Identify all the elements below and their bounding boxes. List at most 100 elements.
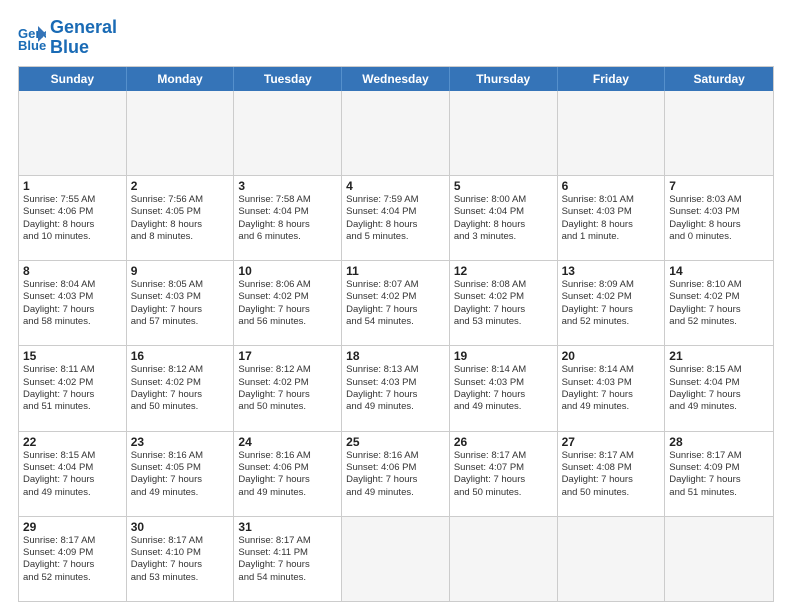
cell-info-line: Daylight: 7 hours xyxy=(454,389,553,401)
cell-info-line: Sunset: 4:03 PM xyxy=(23,291,122,303)
cell-info-line: Daylight: 7 hours xyxy=(238,559,337,571)
cell-info-line: and 49 minutes. xyxy=(23,487,122,499)
day-number: 14 xyxy=(669,264,769,278)
cell-info-line: Sunrise: 8:14 AM xyxy=(454,364,553,376)
cell-info-line: Daylight: 8 hours xyxy=(238,219,337,231)
cell-info-line: Sunset: 4:02 PM xyxy=(454,291,553,303)
calendar-cell: 7Sunrise: 8:03 AMSunset: 4:03 PMDaylight… xyxy=(665,176,773,260)
cell-info-line: and 50 minutes. xyxy=(131,401,230,413)
day-number: 23 xyxy=(131,435,230,449)
weekday-header-monday: Monday xyxy=(127,67,235,91)
cell-info-line: and 6 minutes. xyxy=(238,231,337,243)
calendar-cell: 23Sunrise: 8:16 AMSunset: 4:05 PMDayligh… xyxy=(127,432,235,516)
calendar-row-0 xyxy=(19,91,773,176)
cell-info-line: and 0 minutes. xyxy=(669,231,769,243)
calendar-cell xyxy=(450,517,558,601)
cell-info-line: Daylight: 7 hours xyxy=(238,304,337,316)
calendar: SundayMondayTuesdayWednesdayThursdayFrid… xyxy=(18,66,774,602)
calendar-cell: 6Sunrise: 8:01 AMSunset: 4:03 PMDaylight… xyxy=(558,176,666,260)
cell-info-line: Sunrise: 8:04 AM xyxy=(23,279,122,291)
cell-info-line: and 51 minutes. xyxy=(669,487,769,499)
day-number: 30 xyxy=(131,520,230,534)
calendar-cell: 20Sunrise: 8:14 AMSunset: 4:03 PMDayligh… xyxy=(558,346,666,430)
cell-info-line: Daylight: 7 hours xyxy=(131,474,230,486)
day-number: 2 xyxy=(131,179,230,193)
cell-info-line: Sunrise: 8:12 AM xyxy=(131,364,230,376)
calendar-cell: 31Sunrise: 8:17 AMSunset: 4:11 PMDayligh… xyxy=(234,517,342,601)
calendar-cell: 25Sunrise: 8:16 AMSunset: 4:06 PMDayligh… xyxy=(342,432,450,516)
calendar-row-1: 1Sunrise: 7:55 AMSunset: 4:06 PMDaylight… xyxy=(19,176,773,261)
cell-info-line: and 54 minutes. xyxy=(346,316,445,328)
calendar-body: 1Sunrise: 7:55 AMSunset: 4:06 PMDaylight… xyxy=(19,91,773,601)
cell-info-line: Sunset: 4:10 PM xyxy=(131,547,230,559)
cell-info-line: Daylight: 7 hours xyxy=(669,304,769,316)
cell-info-line: Sunset: 4:08 PM xyxy=(562,462,661,474)
cell-info-line: and 50 minutes. xyxy=(238,401,337,413)
cell-info-line: Daylight: 7 hours xyxy=(669,474,769,486)
cell-info-line: Sunrise: 7:55 AM xyxy=(23,194,122,206)
cell-info-line: and 5 minutes. xyxy=(346,231,445,243)
calendar-cell: 8Sunrise: 8:04 AMSunset: 4:03 PMDaylight… xyxy=(19,261,127,345)
cell-info-line: and 10 minutes. xyxy=(23,231,122,243)
cell-info-line: Daylight: 7 hours xyxy=(23,559,122,571)
cell-info-line: Daylight: 8 hours xyxy=(454,219,553,231)
cell-info-line: Sunset: 4:05 PM xyxy=(131,462,230,474)
cell-info-line: Sunrise: 8:07 AM xyxy=(346,279,445,291)
logo-general: General xyxy=(50,17,117,37)
cell-info-line: Sunrise: 8:17 AM xyxy=(562,450,661,462)
cell-info-line: and 49 minutes. xyxy=(669,401,769,413)
cell-info-line: Sunrise: 8:16 AM xyxy=(238,450,337,462)
cell-info-line: and 3 minutes. xyxy=(454,231,553,243)
calendar-cell xyxy=(558,91,666,175)
calendar-cell: 9Sunrise: 8:05 AMSunset: 4:03 PMDaylight… xyxy=(127,261,235,345)
cell-info-line: Sunset: 4:03 PM xyxy=(454,377,553,389)
cell-info-line: Daylight: 8 hours xyxy=(562,219,661,231)
weekday-header-saturday: Saturday xyxy=(665,67,773,91)
day-number: 29 xyxy=(23,520,122,534)
cell-info-line: Sunrise: 8:12 AM xyxy=(238,364,337,376)
cell-info-line: Sunrise: 8:00 AM xyxy=(454,194,553,206)
cell-info-line: Daylight: 7 hours xyxy=(131,559,230,571)
cell-info-line: and 52 minutes. xyxy=(562,316,661,328)
weekday-header-tuesday: Tuesday xyxy=(234,67,342,91)
cell-info-line: and 49 minutes. xyxy=(454,401,553,413)
calendar-cell: 27Sunrise: 8:17 AMSunset: 4:08 PMDayligh… xyxy=(558,432,666,516)
day-number: 12 xyxy=(454,264,553,278)
day-number: 20 xyxy=(562,349,661,363)
cell-info-line: Sunrise: 8:11 AM xyxy=(23,364,122,376)
calendar-cell xyxy=(558,517,666,601)
calendar-cell: 15Sunrise: 8:11 AMSunset: 4:02 PMDayligh… xyxy=(19,346,127,430)
cell-info-line: Sunrise: 8:13 AM xyxy=(346,364,445,376)
cell-info-line: and 52 minutes. xyxy=(23,572,122,584)
calendar-cell xyxy=(234,91,342,175)
cell-info-line: and 54 minutes. xyxy=(238,572,337,584)
cell-info-line: and 8 minutes. xyxy=(131,231,230,243)
cell-info-line: Sunset: 4:02 PM xyxy=(238,377,337,389)
cell-info-line: and 49 minutes. xyxy=(562,401,661,413)
calendar-row-5: 29Sunrise: 8:17 AMSunset: 4:09 PMDayligh… xyxy=(19,517,773,601)
day-number: 8 xyxy=(23,264,122,278)
cell-info-line: Sunset: 4:06 PM xyxy=(23,206,122,218)
calendar-header: SundayMondayTuesdayWednesdayThursdayFrid… xyxy=(19,67,773,91)
day-number: 6 xyxy=(562,179,661,193)
cell-info-line: Sunrise: 8:06 AM xyxy=(238,279,337,291)
calendar-cell: 5Sunrise: 8:00 AMSunset: 4:04 PMDaylight… xyxy=(450,176,558,260)
cell-info-line: Sunset: 4:03 PM xyxy=(562,206,661,218)
weekday-header-wednesday: Wednesday xyxy=(342,67,450,91)
day-number: 4 xyxy=(346,179,445,193)
cell-info-line: Sunrise: 8:17 AM xyxy=(131,535,230,547)
cell-info-line: Sunrise: 8:09 AM xyxy=(562,279,661,291)
cell-info-line: Daylight: 7 hours xyxy=(23,389,122,401)
cell-info-line: Sunrise: 8:03 AM xyxy=(669,194,769,206)
day-number: 31 xyxy=(238,520,337,534)
cell-info-line: Daylight: 7 hours xyxy=(23,474,122,486)
day-number: 10 xyxy=(238,264,337,278)
calendar-cell: 1Sunrise: 7:55 AMSunset: 4:06 PMDaylight… xyxy=(19,176,127,260)
cell-info-line: Sunset: 4:03 PM xyxy=(346,377,445,389)
calendar-cell: 14Sunrise: 8:10 AMSunset: 4:02 PMDayligh… xyxy=(665,261,773,345)
weekday-header-thursday: Thursday xyxy=(450,67,558,91)
day-number: 7 xyxy=(669,179,769,193)
cell-info-line: and 53 minutes. xyxy=(454,316,553,328)
calendar-cell: 17Sunrise: 8:12 AMSunset: 4:02 PMDayligh… xyxy=(234,346,342,430)
cell-info-line: Daylight: 7 hours xyxy=(454,304,553,316)
